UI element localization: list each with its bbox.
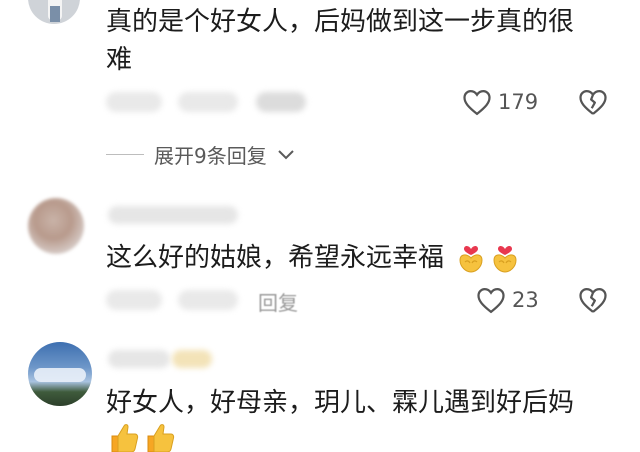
username-blurred[interactable] [108, 350, 170, 368]
username-emoji-blurred [172, 350, 212, 368]
like-count: 23 [512, 288, 539, 312]
thumbs-up-icon [147, 424, 175, 452]
expand-replies-label: 展开9条回复 [154, 144, 267, 168]
comment-location-blurred [178, 92, 238, 112]
like-count: 179 [498, 90, 539, 114]
comment-text: 真的是个好女人，后妈做到这一步真的很 [106, 7, 575, 37]
comment-text-continued: 难 [106, 45, 133, 75]
reply-button[interactable]: 回复 [258, 287, 298, 316]
chevron-down-icon [278, 149, 294, 159]
avatar-figure-legs [50, 6, 60, 22]
thumbs-up-icon [111, 424, 139, 452]
comment-date-blurred [106, 92, 162, 112]
comment-date-blurred [106, 290, 162, 310]
avatar-cloud [34, 368, 86, 382]
comment-text: 这么好的姑娘，希望永远幸福 [106, 243, 445, 273]
avatar[interactable] [28, 0, 80, 24]
avatar[interactable] [28, 198, 84, 254]
username-blurred[interactable] [108, 206, 238, 224]
comment-text: 好女人，好母亲，玥儿、霖儿遇到好后妈 [106, 388, 575, 418]
avatar[interactable] [28, 342, 92, 406]
expand-replies[interactable]: 展开9条回复 [106, 140, 295, 169]
broken-heart-icon[interactable] [578, 286, 608, 314]
heart-icon [463, 89, 491, 116]
comment-location-blurred [178, 290, 238, 310]
heart-icon [477, 287, 505, 314]
like-button[interactable]: 23 [476, 286, 539, 314]
heart-hands-icon [459, 246, 483, 273]
divider [106, 154, 144, 155]
reply-button-blurred[interactable] [256, 92, 306, 112]
heart-hands-icon [493, 246, 517, 273]
broken-heart-icon[interactable] [578, 88, 608, 116]
like-button[interactable]: 179 [462, 88, 538, 116]
